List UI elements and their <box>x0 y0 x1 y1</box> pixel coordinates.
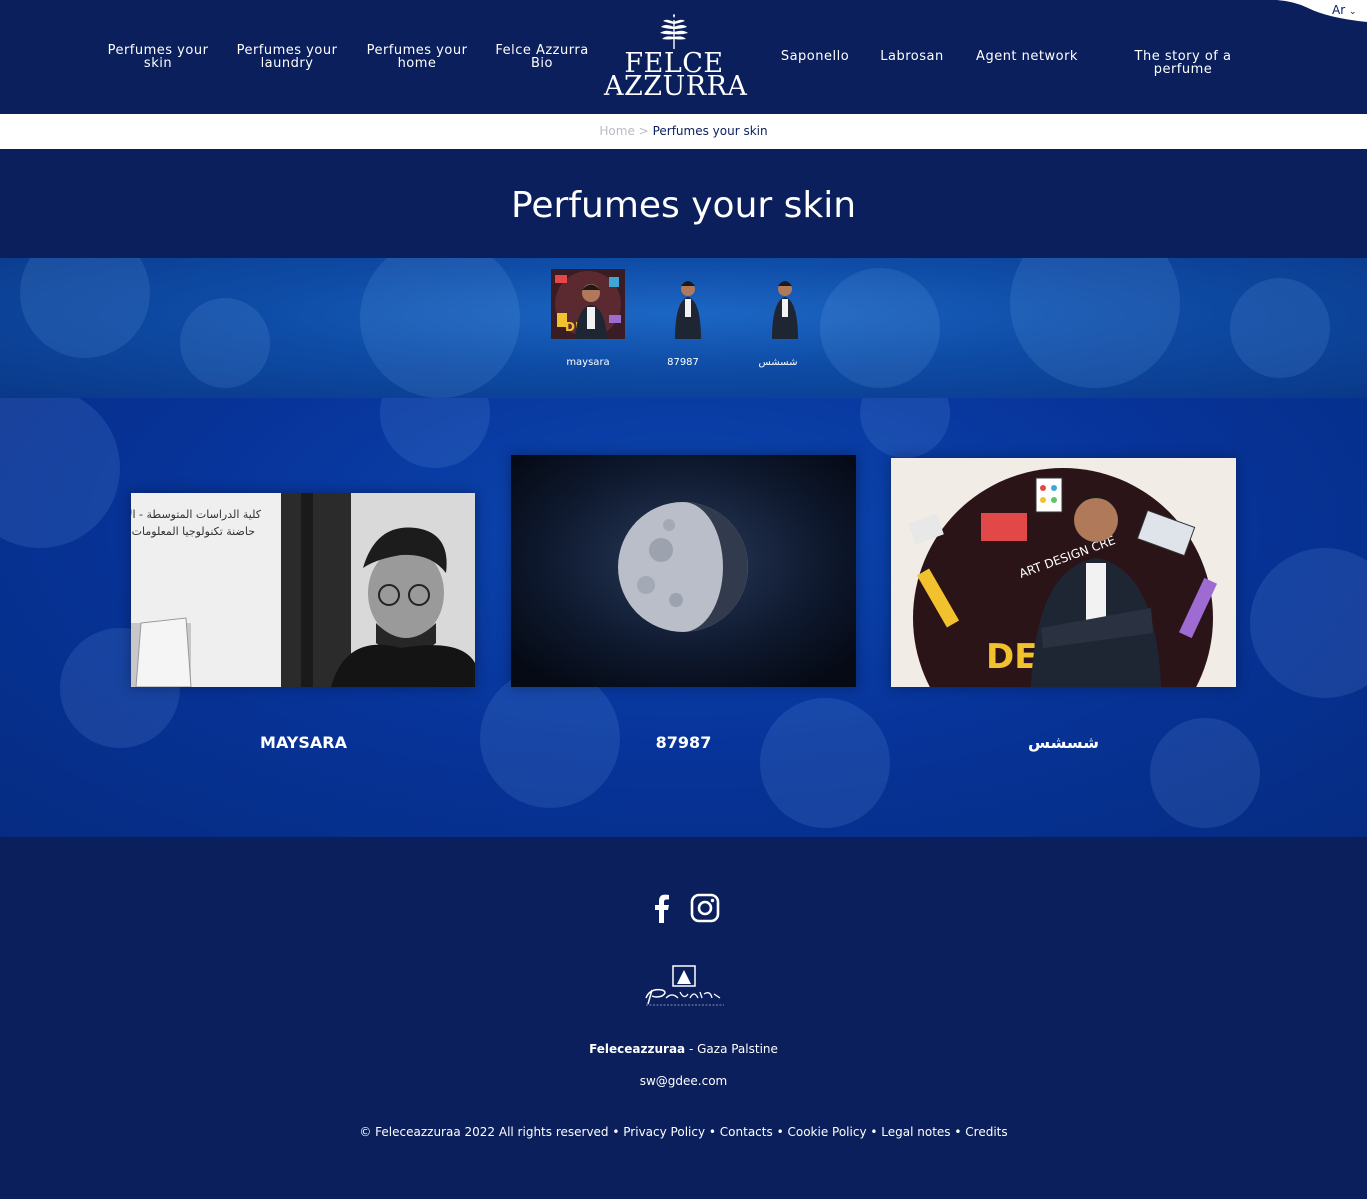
nav-perfumes-skin[interactable]: Perfumes your skin <box>106 44 210 70</box>
site-header: Perfumes your skin Perfumes your laundry… <box>0 0 1367 114</box>
logo-text-azzurra: AZZURRA <box>604 71 748 102</box>
footer-separator: • <box>870 1125 882 1139</box>
footer-link-credits[interactable]: Credits <box>965 1125 1007 1139</box>
nav-label-line2: laundry <box>260 56 314 71</box>
breadcrumb: Home > Perfumes your skin <box>0 114 1367 149</box>
paglieri-logo[interactable] <box>640 964 728 1010</box>
nav-label-line2: Bio <box>531 56 553 71</box>
footer-location: - Gaza Palstine <box>685 1042 778 1056</box>
footer-link-contacts[interactable]: Contacts <box>720 1125 773 1139</box>
thumbnail-87987[interactable] <box>651 269 725 339</box>
card-image-moon[interactable] <box>511 455 856 687</box>
nav-saponello[interactable]: Saponello <box>776 50 854 63</box>
footer-email[interactable]: sw@gdee.com <box>640 1074 728 1088</box>
nav-perfumes-home[interactable]: Perfumes your home <box>364 44 470 70</box>
card-title[interactable]: 87987 <box>511 733 856 752</box>
felce-azzurra-logo[interactable]: FELCE AZZURRA <box>604 14 748 102</box>
footer-company: Feleceazzuraa - Gaza Palstine <box>0 1042 1367 1056</box>
card-image-arabic[interactable]: DE ART DESIGN CRE <box>891 458 1236 687</box>
nav-perfumes-laundry[interactable]: Perfumes your laundry <box>234 44 340 70</box>
card-title[interactable]: شسشس <box>891 733 1236 752</box>
language-label: Ar <box>1332 3 1346 17</box>
facebook-icon[interactable] <box>647 893 677 923</box>
card-title[interactable]: MAYSARA <box>131 733 476 752</box>
svg-text:كلية الدراسات المتوسطة - الازه: كلية الدراسات المتوسطة - الازهر <box>131 508 262 521</box>
nav-label-line2: skin <box>143 56 173 71</box>
nav-labrosan[interactable]: Labrosan <box>876 50 948 63</box>
footer-link-cookie[interactable]: Cookie Policy <box>787 1125 866 1139</box>
card-image-maysara[interactable]: كلية الدراسات المتوسطة - الازهر حاضنة تك… <box>131 493 475 687</box>
svg-text:حاضنة تكنولوجيا المعلومات: حاضنة تكنولوجيا المعلومات <box>132 525 255 538</box>
site-footer <box>0 837 1367 1199</box>
nav-label-line2: home <box>397 56 437 71</box>
nav-felce-azzurra-bio[interactable]: Felce Azzurra Bio <box>492 44 592 70</box>
language-switcher[interactable]: Ar ⌄ <box>1332 3 1357 17</box>
thumbnail-arabic[interactable] <box>748 269 822 339</box>
footer-link-legal[interactable]: Legal notes <box>881 1125 950 1139</box>
nav-agent-network[interactable]: Agent network <box>972 50 1082 63</box>
breadcrumb-current: Perfumes your skin <box>652 124 768 138</box>
footer-link-privacy[interactable]: Privacy Policy <box>623 1125 705 1139</box>
thumbnail-maysara[interactable]: DE <box>551 269 625 339</box>
thumbnail-label[interactable]: 87987 <box>633 357 733 368</box>
footer-separator: • <box>954 1125 966 1139</box>
footer-legal: © Feleceazzuraa 2022 All rights reserved… <box>0 1125 1367 1139</box>
footer-brand-name: Feleceazzuraa <box>589 1042 686 1056</box>
fern-icon <box>660 14 688 49</box>
chevron-down-icon: ⌄ <box>1348 7 1357 17</box>
thumbnail-label[interactable]: شسشس <box>728 357 828 368</box>
nav-story-of-perfume[interactable]: The story of a perfume <box>1104 50 1262 76</box>
page-title: Perfumes your skin <box>510 185 857 226</box>
thumbnail-label[interactable]: maysara <box>538 357 638 368</box>
svg-text:DE: DE <box>986 637 1037 677</box>
footer-email-row: sw@gdee.com <box>0 1074 1367 1088</box>
breadcrumb-separator: > <box>638 124 649 138</box>
breadcrumb-home[interactable]: Home <box>599 124 634 138</box>
footer-separator: • <box>776 1125 788 1139</box>
instagram-icon[interactable] <box>690 893 720 923</box>
footer-separator: • <box>708 1125 720 1139</box>
footer-copyright: © Feleceazzuraa 2022 All rights reserved <box>359 1125 609 1139</box>
footer-separator: • <box>612 1125 624 1139</box>
